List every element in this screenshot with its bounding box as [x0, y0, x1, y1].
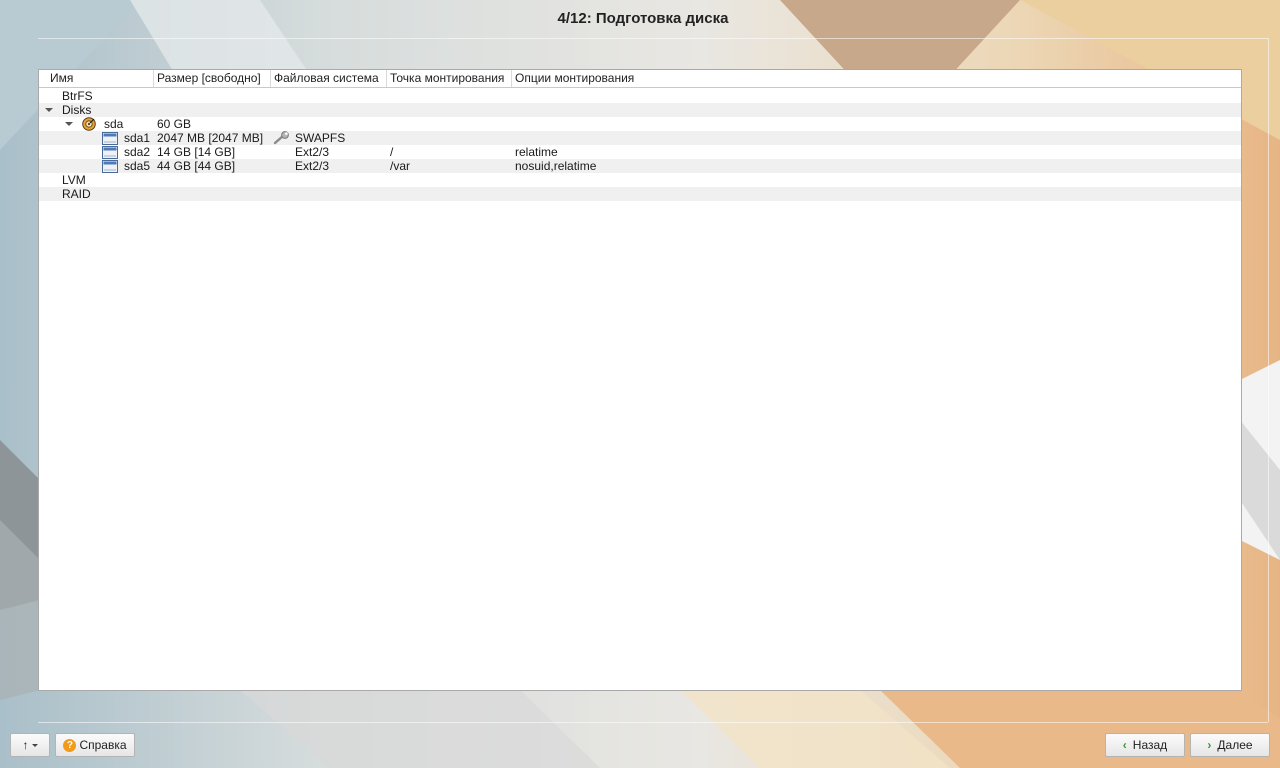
chevron-right-icon: › — [1207, 738, 1212, 752]
triangle-down-icon[interactable] — [45, 108, 53, 112]
chevron-left-icon: ‹ — [1122, 738, 1127, 752]
wrench-icon — [273, 131, 290, 145]
row-mountpoint: / — [390, 145, 394, 159]
column-header-name[interactable]: Имя — [39, 70, 154, 87]
row-name: Disks — [62, 103, 92, 117]
row-options: relatime — [515, 145, 558, 159]
hard-disk-icon — [82, 117, 96, 131]
row-size: 44 GB [44 GB] — [157, 159, 236, 173]
menu-button[interactable]: ↑ — [10, 733, 50, 757]
row-filesystem: Ext2/3 — [295, 159, 330, 173]
tree-row-raid[interactable]: RAID — [39, 187, 1241, 201]
row-options: nosuid,relatime — [515, 159, 597, 173]
tree-row-lvm[interactable]: LVM — [39, 173, 1241, 187]
partition-tree[interactable]: Имя Размер [свободно] Файловая система Т… — [38, 69, 1242, 691]
up-arrow-icon: ↑ — [22, 738, 29, 752]
tree-row-btrfs[interactable]: BtrFS — [39, 89, 1241, 103]
page-title: 4/12: Подготовка диска — [557, 10, 729, 27]
help-button-label: Справка — [79, 738, 127, 752]
column-header-options[interactable]: Опции монтирования — [512, 70, 1241, 87]
row-name: BtrFS — [62, 89, 93, 103]
tree-row-sda5[interactable]: sda5 44 GB [44 GB] Ext2/3 /var nosuid,re… — [39, 159, 1241, 173]
row-name: sda — [104, 117, 124, 131]
row-name: RAID — [62, 187, 91, 201]
next-button[interactable]: › Далее — [1190, 733, 1270, 757]
column-header-size[interactable]: Размер [свободно] — [154, 70, 271, 87]
back-button[interactable]: ‹ Назад — [1105, 733, 1185, 757]
tree-header: Имя Размер [свободно] Файловая система Т… — [39, 70, 1241, 88]
column-header-mountpoint[interactable]: Точка монтирования — [387, 70, 512, 87]
partition-icon — [102, 160, 118, 173]
question-icon: ? — [63, 738, 77, 752]
triangle-down-icon[interactable] — [65, 122, 73, 126]
partition-icon — [102, 132, 118, 145]
row-name: LVM — [62, 173, 86, 187]
row-name: sda1 — [124, 131, 151, 145]
partition-icon — [102, 146, 118, 159]
row-size: 14 GB [14 GB] — [157, 145, 236, 159]
column-header-filesystem[interactable]: Файловая система — [271, 70, 387, 87]
next-button-label: Далее — [1217, 738, 1253, 752]
tree-row-sda[interactable]: sda 60 GB — [39, 117, 1241, 131]
row-filesystem: SWAPFS — [295, 131, 346, 145]
row-name: sda5 — [124, 159, 151, 173]
tree-row-sda2[interactable]: sda2 14 GB [14 GB] Ext2/3 / relatime — [39, 145, 1241, 159]
frame-top-line — [38, 38, 1268, 39]
back-button-label: Назад — [1132, 738, 1168, 752]
help-button[interactable]: ? Справка — [55, 733, 135, 757]
frame-right-line — [1268, 38, 1269, 722]
row-name: sda2 — [124, 145, 151, 159]
frame-bottom-line — [38, 722, 1268, 723]
dropdown-arrow-icon — [31, 743, 38, 747]
row-filesystem: Ext2/3 — [295, 145, 330, 159]
tree-row-sda1[interactable]: sda1 2047 MB [2047 MB] SWAPFS — [39, 131, 1241, 145]
row-size: 60 GB — [157, 117, 192, 131]
tree-row-disks[interactable]: Disks — [39, 103, 1241, 117]
row-mountpoint: /var — [390, 159, 411, 173]
row-size: 2047 MB [2047 MB] — [157, 131, 264, 145]
